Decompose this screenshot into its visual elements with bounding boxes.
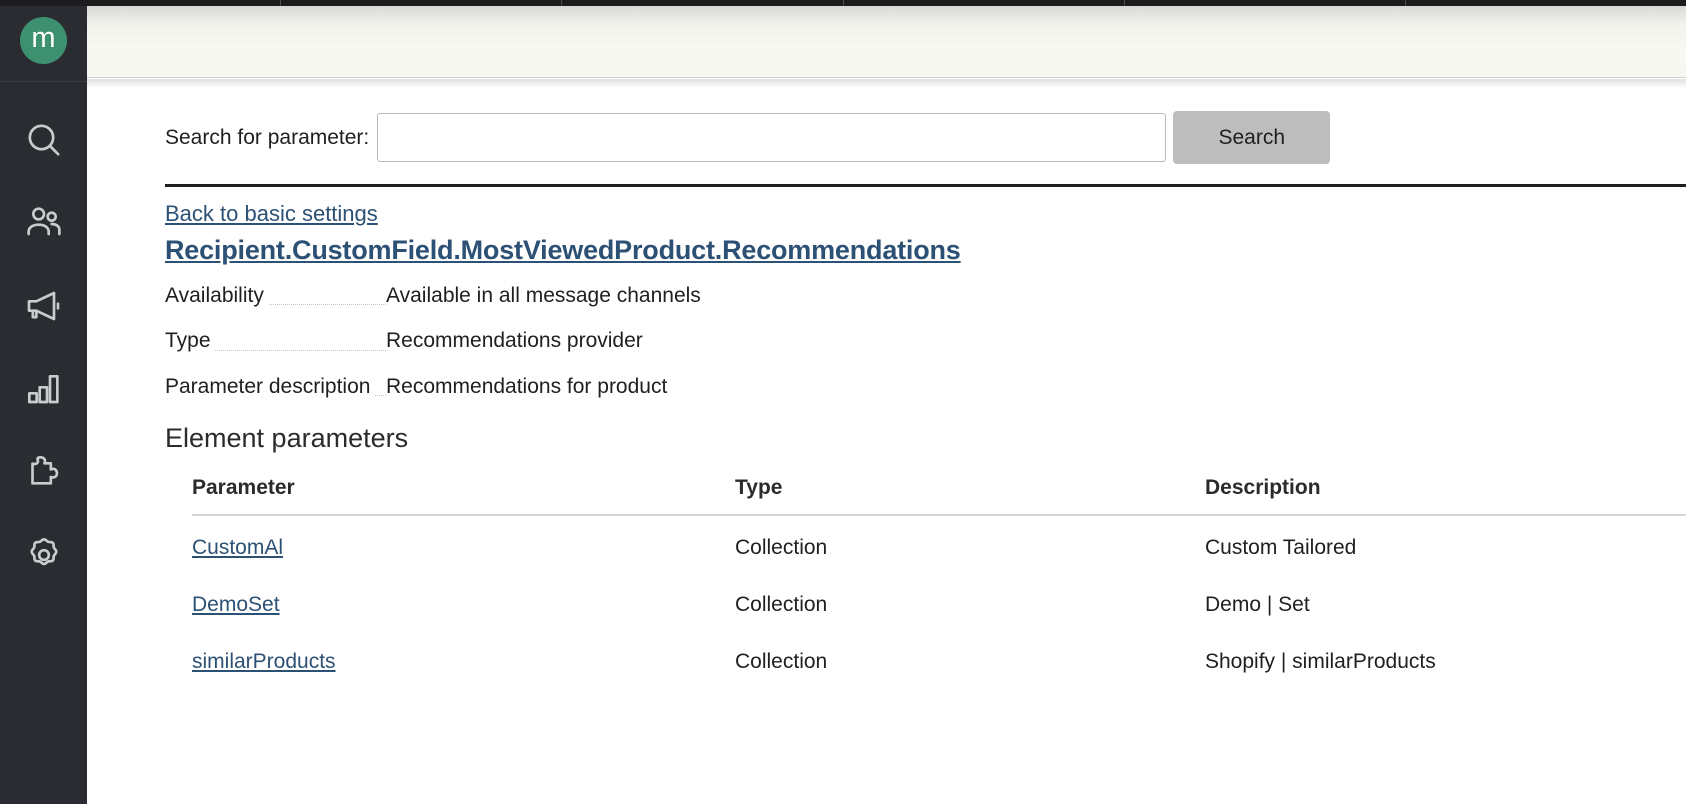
browser-tab[interactable] (562, 0, 842, 6)
sidebar-nav: m (0, 0, 87, 804)
parameter-link[interactable]: CustomAl (192, 536, 283, 559)
table-row: similarProducts Collection Shopify | sim… (192, 630, 1686, 687)
parameter-meta-list: Availability Available in all message ch… (165, 282, 1646, 401)
browser-tab[interactable] (844, 0, 1124, 6)
meta-value: Recommendations provider (386, 329, 643, 353)
cell-type: Collection (735, 650, 828, 674)
parameter-link[interactable]: DemoSet (192, 593, 280, 616)
browser-tab[interactable] (1125, 0, 1405, 6)
content-inner: Search for parameter: Search (87, 88, 1686, 164)
section-heading: Element parameters (165, 423, 409, 454)
meta-label: Type (165, 327, 386, 355)
search-icon (24, 120, 64, 160)
browser-tab[interactable] (1406, 0, 1686, 6)
sidebar-brand[interactable]: m (0, 0, 87, 82)
search-button[interactable]: Search (1173, 111, 1331, 164)
page-title[interactable]: Recipient.CustomField.MostViewedProduct.… (165, 235, 1646, 266)
main-content: Search for parameter: Search Back to bas… (87, 88, 1686, 804)
column-header-type: Type (735, 476, 1205, 517)
sidebar-item-campaigns[interactable] (0, 264, 87, 347)
element-parameters-table: Parameter Type Description CustomAl Coll… (192, 476, 1686, 687)
sidebar-item-settings[interactable] (0, 513, 87, 596)
cell-description: Demo | Set (1205, 593, 1310, 617)
meta-label: Parameter description (165, 373, 386, 401)
analytics-icon (24, 369, 64, 409)
campaigns-icon (24, 286, 64, 326)
meta-value: Available in all message channels (386, 284, 701, 307)
detail-section: Back to basic settings Recipient.CustomF… (87, 187, 1686, 687)
integrations-icon (24, 452, 64, 492)
sidebar-item-audience[interactable] (0, 181, 87, 264)
meta-label-text: Type (165, 329, 215, 353)
cell-description: Shopify | similarProducts (1205, 650, 1436, 674)
meta-row: Availability Available in all message ch… (165, 282, 1646, 310)
sidebar-items (0, 82, 87, 596)
cell-type: Collection (735, 593, 828, 617)
cell-description: Custom Tailored (1205, 536, 1357, 560)
browser-tab[interactable] (0, 0, 280, 6)
meta-value: Recommendations for product (386, 374, 668, 398)
meta-label: Availability (165, 282, 386, 310)
search-input[interactable] (377, 113, 1167, 162)
search-label: Search for parameter: (165, 125, 370, 149)
top-banner-shadow (87, 79, 1686, 88)
meta-label-text: Parameter description (165, 374, 375, 398)
sidebar-item-search[interactable] (0, 98, 87, 181)
brand-logo[interactable]: m (20, 17, 67, 64)
back-to-basic-settings-link[interactable]: Back to basic settings (165, 201, 378, 227)
parameter-link[interactable]: similarProducts (192, 650, 336, 673)
table-header-row: Parameter Type Description (192, 476, 1686, 517)
column-header-parameter: Parameter (192, 476, 735, 517)
meta-label-text: Availability (165, 284, 268, 307)
table-row: DemoSet Collection Demo | Set (192, 573, 1686, 630)
meta-row: Parameter description Recommendations fo… (165, 373, 1646, 401)
top-banner (87, 6, 1686, 78)
table-row: CustomAl Collection Custom Tailored (192, 515, 1686, 573)
column-header-description: Description (1205, 476, 1686, 517)
settings-icon (24, 535, 64, 575)
meta-row: Type Recommendations provider (165, 327, 1646, 355)
cell-parameter: CustomAl (192, 515, 735, 573)
browser-tab[interactable] (281, 0, 561, 6)
cell-type: Collection (735, 536, 828, 560)
table-body: CustomAl Collection Custom Tailored Demo… (192, 515, 1686, 687)
cell-parameter: DemoSet (192, 573, 735, 630)
cell-parameter: similarProducts (192, 630, 735, 687)
audience-icon (24, 203, 64, 243)
search-row: Search for parameter: Search (165, 88, 1646, 164)
table-header: Parameter Type Description (192, 476, 1686, 517)
browser-tab-strip (0, 0, 1686, 6)
sidebar-item-analytics[interactable] (0, 347, 87, 430)
sidebar-item-integrations[interactable] (0, 430, 87, 513)
